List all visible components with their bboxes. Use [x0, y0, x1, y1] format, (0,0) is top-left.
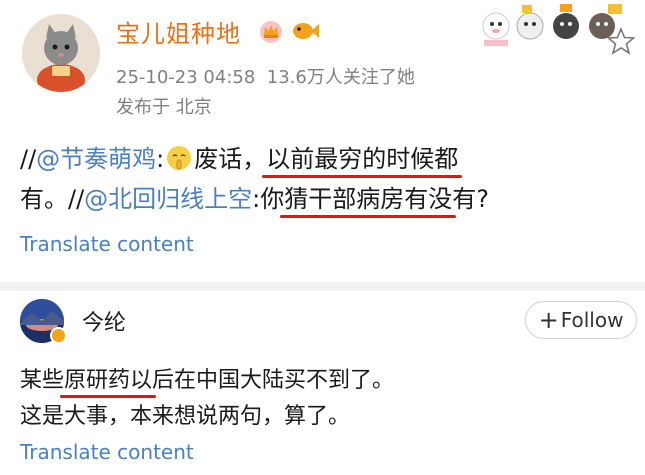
post-text-line-2: 有。//@北回归线上空:你猜干部病房有没有?: [20, 179, 490, 218]
verified-badge-icon: [50, 327, 67, 344]
post-location: 发布于 北京: [116, 97, 212, 118]
post-text-line-1: //@节奏萌鸡: 废话，以前最穷的时候都: [20, 139, 463, 178]
comment-text: 后在中国大陆买不到了。: [152, 368, 395, 393]
fish-badge-icon: [293, 23, 319, 39]
colon: :: [156, 145, 165, 173]
cat-avatar[interactable]: [22, 14, 100, 92]
underlined-text: 以前最穷的时候都: [262, 139, 463, 178]
translate-link[interactable]: Translate content: [20, 440, 194, 464]
star-icon[interactable]: [606, 26, 636, 56]
follow-button[interactable]: + Follow: [525, 301, 637, 339]
post-text: 有。//: [20, 185, 85, 213]
comment-text-line-1: 某些原研药以后在中国大陆买不到了。: [20, 362, 395, 398]
post-text: 废话，: [194, 145, 267, 173]
author-name[interactable]: 宝儿姐种地: [116, 14, 241, 49]
mention-link-2[interactable]: @北回归线上空: [84, 185, 252, 213]
post-meta: 25-10-23 04:58 13.6万人关注了她: [116, 63, 415, 89]
post-text: 有?: [452, 185, 490, 213]
repost-prefix: //: [20, 145, 37, 173]
comment-text-line-2: 这是大事，本来想说两句，算了。: [20, 404, 351, 429]
underlined-text: 原研药以: [60, 362, 157, 398]
post-text: :你: [252, 185, 285, 213]
comment-text: 某些: [20, 368, 65, 393]
repost-card: 宝儿姐种地 25-10-23 04:58 13.6万人关注了她 发布于 北京 /…: [0, 0, 645, 282]
follower-count: 13.6万人关注了她: [266, 67, 415, 88]
shh-emoji-icon: [167, 146, 192, 170]
commenter-name[interactable]: 今纶: [82, 305, 126, 337]
card-divider: [0, 282, 645, 291]
translate-link[interactable]: Translate content: [20, 232, 194, 256]
underlined-text: 猜干部病房有没: [280, 179, 457, 218]
crown-badge-icon: [260, 21, 282, 43]
follow-label: Follow: [560, 308, 624, 332]
mention-link-1[interactable]: @节奏萌鸡: [36, 145, 156, 173]
plus-icon: +: [538, 306, 559, 334]
post-time: 25-10-23 04:58: [116, 67, 256, 88]
